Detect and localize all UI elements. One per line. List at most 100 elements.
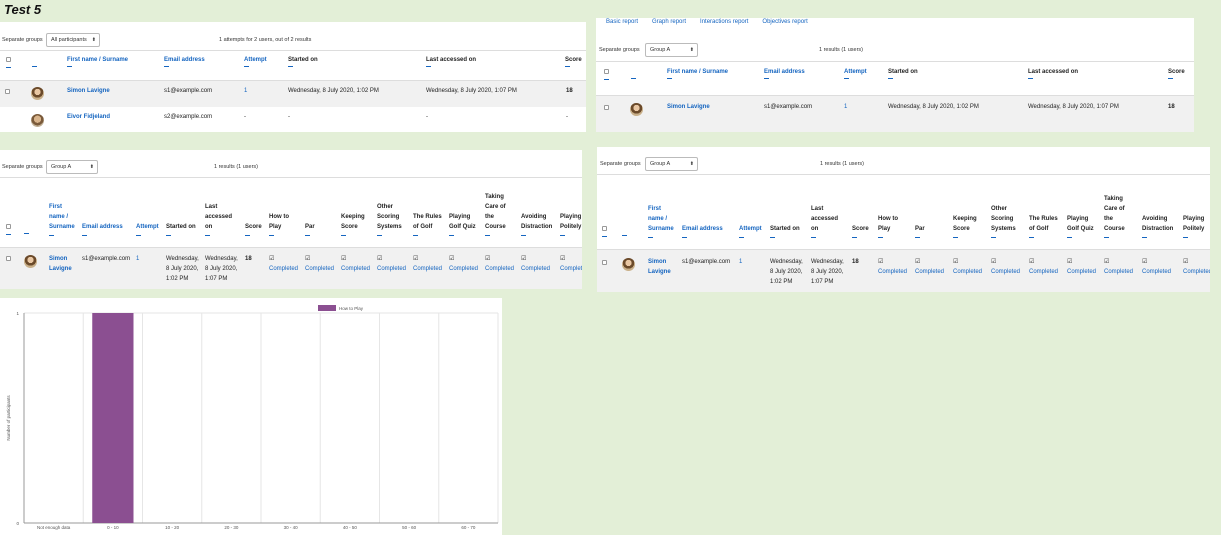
x-tick-label: 30 - 40 bbox=[284, 525, 299, 530]
col-playing-politely[interactable]: Playing Politely bbox=[1183, 214, 1207, 238]
col-other-scoring[interactable]: Other Scoring Systems bbox=[991, 204, 1019, 238]
status-politely: ☑Completed bbox=[1183, 259, 1210, 275]
select-all-checkbox[interactable] bbox=[602, 226, 607, 237]
col-rules-of-golf[interactable]: The Rules of Golf bbox=[413, 212, 443, 236]
row-checkbox[interactable] bbox=[5, 89, 10, 94]
col-name-header[interactable]: First name / Surname bbox=[67, 57, 128, 67]
col-started-header[interactable]: Started on bbox=[888, 69, 918, 79]
tab-interactions-report[interactable]: Interactions report bbox=[700, 19, 748, 25]
col-how-to-play[interactable]: How to Play bbox=[878, 214, 902, 238]
last-accessed: Wednesday, 8 July 2020, 1:07 PM bbox=[1028, 104, 1119, 110]
select-all-checkbox[interactable] bbox=[6, 57, 11, 68]
score-empty: - bbox=[566, 114, 568, 120]
last-accessed: Wednesday, 8 July 2020, 1:07 PM bbox=[426, 88, 517, 94]
legend-label: How to Play bbox=[339, 306, 364, 311]
col-attempt-header[interactable]: Attempt bbox=[739, 224, 762, 238]
col-avoiding-distraction[interactable]: Avoiding Distraction bbox=[521, 212, 555, 236]
col-score-header[interactable]: Score bbox=[1168, 69, 1185, 79]
col-other-scoring[interactable]: Other Scoring Systems bbox=[377, 202, 405, 236]
col-score-header[interactable]: Score bbox=[565, 57, 582, 67]
col-golf-quiz[interactable]: Playing Golf Quiz bbox=[1067, 214, 1095, 238]
row-checkbox[interactable] bbox=[604, 105, 609, 110]
started-on: Wednesday, 8 July 2020, 1:02 PM bbox=[288, 88, 379, 94]
col-par[interactable]: Par bbox=[915, 224, 925, 238]
col-avoiding-distraction[interactable]: Avoiding Distraction bbox=[1142, 214, 1176, 238]
tab-graph-report[interactable]: Graph report bbox=[652, 19, 686, 25]
y-tick-label: 0 bbox=[16, 521, 19, 526]
user-name-link[interactable]: Simon Lavigne bbox=[67, 88, 110, 94]
user-name-link[interactable]: Simon Lavigne bbox=[648, 257, 672, 277]
report-tabs: Basic report Graph report Interactions rep… bbox=[606, 19, 822, 25]
check-icon: ☑ bbox=[449, 256, 455, 262]
col-attempt-header[interactable]: Attempt bbox=[244, 57, 267, 67]
check-icon: ☑ bbox=[560, 256, 566, 262]
groups-select[interactable]: Group A bbox=[46, 160, 98, 174]
col-golf-quiz[interactable]: Playing Golf Quiz bbox=[449, 212, 477, 236]
col-started-header[interactable]: Started on bbox=[166, 222, 196, 236]
col-score-header[interactable]: Score bbox=[245, 222, 262, 236]
status-keeping-score: ☑ Completed bbox=[341, 256, 371, 272]
check-icon: ☑ bbox=[377, 256, 383, 262]
col-taking-care[interactable]: Taking Care of the Course bbox=[485, 192, 511, 236]
col-last-header[interactable]: Last accessed on bbox=[426, 57, 476, 67]
groups-label: Separate groups bbox=[599, 47, 640, 53]
score: 18 bbox=[245, 256, 252, 262]
user-name-link[interactable]: Eivor Fidjeland bbox=[67, 114, 110, 120]
attempt-link[interactable]: 1 bbox=[844, 104, 847, 110]
attempt-link[interactable]: 1 bbox=[136, 256, 139, 262]
select-all-checkbox[interactable] bbox=[6, 224, 11, 235]
status-rules: ☑ Completed bbox=[1029, 259, 1059, 275]
x-tick-label: 0 - 10 bbox=[107, 525, 119, 530]
groups-select[interactable]: All participants bbox=[46, 33, 100, 47]
col-last-header[interactable]: Last accessed on bbox=[1028, 69, 1078, 79]
status-rules: ☑ Completed bbox=[413, 256, 443, 272]
col-how-to-play[interactable]: How to Play bbox=[269, 212, 293, 236]
attempt-link[interactable]: 1 bbox=[244, 88, 247, 94]
started-on: Wednesday, 8 July 2020, 1:02 PM bbox=[770, 259, 803, 285]
col-started-header[interactable]: Started on bbox=[770, 224, 800, 238]
user-email: s1@example.com bbox=[82, 256, 131, 262]
graph-panel: 0 1 Not enough data 0 - 10 10 - 20 20 - 30 30 … bbox=[0, 298, 502, 535]
col-email-header[interactable]: Email address bbox=[764, 69, 805, 79]
col-last-header[interactable]: Last accessed on bbox=[205, 202, 235, 236]
groups-select[interactable]: Group A bbox=[645, 157, 698, 171]
tab-objectives-report[interactable]: Objectives report bbox=[762, 19, 807, 25]
attempt-link[interactable]: 1 bbox=[739, 259, 742, 265]
col-started-header[interactable]: Started on bbox=[288, 57, 318, 67]
row-checkbox[interactable] bbox=[6, 256, 11, 261]
col-email-header[interactable]: Email address bbox=[82, 222, 123, 236]
page-title: Test 5 bbox=[4, 2, 42, 17]
col-name-header[interactable]: First name / Surname bbox=[667, 69, 728, 79]
col-rules-of-golf[interactable]: The Rules of Golf bbox=[1029, 214, 1059, 238]
col-taking-care[interactable]: Taking Care of the Course bbox=[1104, 194, 1130, 238]
col-playing-politely[interactable]: Playing Politely bbox=[560, 212, 582, 236]
col-attempt-header[interactable]: Attempt bbox=[136, 222, 159, 236]
started-on: Wednesday, 8 July 2020, 1:02 PM bbox=[888, 104, 979, 110]
tab-basic-report[interactable]: Basic report bbox=[606, 19, 638, 25]
col-par[interactable]: Par bbox=[305, 222, 315, 236]
row-checkbox[interactable] bbox=[602, 260, 607, 265]
user-email: s1@example.com bbox=[164, 88, 213, 94]
col-keeping-score[interactable]: Keeping Score bbox=[341, 212, 367, 236]
col-attempt-header[interactable]: Attempt bbox=[844, 69, 867, 79]
user-name-link[interactable]: Simon Lavigne bbox=[667, 104, 710, 110]
x-tick-label: 10 - 20 bbox=[165, 525, 180, 530]
col-keeping-score[interactable]: Keeping Score bbox=[953, 214, 979, 238]
select-all-checkbox[interactable] bbox=[604, 69, 609, 80]
col-name-header[interactable]: First name / Surname bbox=[49, 202, 77, 236]
user-name-link[interactable]: Simon Lavigne bbox=[49, 254, 73, 274]
user-avatar bbox=[24, 255, 37, 268]
col-email-header[interactable]: Email address bbox=[164, 57, 205, 67]
status-par: ☑ Completed bbox=[915, 259, 945, 275]
check-icon: ☑ bbox=[1104, 259, 1110, 265]
status-quiz: ☑ Completed bbox=[449, 256, 479, 272]
col-score-header[interactable]: Score bbox=[852, 224, 869, 238]
col-email-header[interactable]: Email address bbox=[682, 224, 723, 238]
groups-label: Separate groups bbox=[2, 37, 43, 43]
col-name-header[interactable]: First name / Surname bbox=[648, 204, 676, 238]
col-last-header[interactable]: Last accessed on bbox=[811, 204, 841, 238]
x-tick-label: Not enough data bbox=[37, 525, 71, 530]
table-row bbox=[596, 96, 1194, 132]
groups-select[interactable]: Group A bbox=[645, 43, 698, 57]
check-icon: ☑ bbox=[305, 256, 311, 262]
